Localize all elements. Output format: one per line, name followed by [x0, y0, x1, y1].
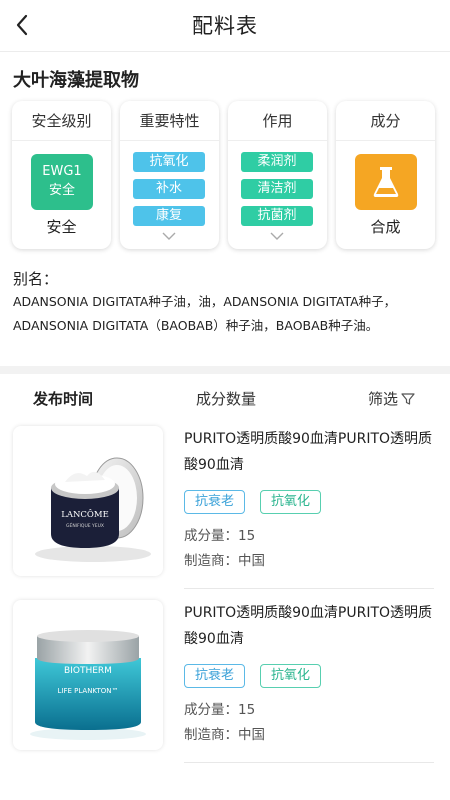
ewg-badge: EWG1 安全 [31, 154, 93, 210]
maker-value: 中国 [238, 553, 265, 569]
product-tag: 抗衰老 [184, 664, 246, 688]
ewg-rating: 安全 [48, 183, 75, 198]
functions-card[interactable]: 作用 柔润剂 清洁剂 抗菌剂 [228, 101, 327, 249]
product-title[interactable]: PURITO透明质酸90血清PURITO透明质酸90血清 [184, 426, 434, 478]
feature-tag: 补水 [133, 179, 205, 199]
function-tag: 抗菌剂 [241, 206, 313, 226]
feature-tag: 康复 [133, 206, 205, 226]
product-tag: 抗氧化 [260, 490, 322, 514]
divider [184, 762, 434, 763]
ingredient-name: 大叶海藻提取物 [13, 70, 139, 91]
maker-label: 制造商： [184, 553, 238, 569]
safety-level-card[interactable]: 安全级别 EWG1 安全 安全 [12, 101, 111, 249]
feature-tag: 抗氧化 [133, 152, 205, 172]
product-image[interactable]: LANCÔME GÉNIFIQUE YEUX [13, 426, 163, 576]
info-cards: 安全级别 EWG1 安全 安全 重要特性 抗氧化 补水 康复 作用 柔润剂 清洁… [12, 101, 436, 249]
chevron-down-icon[interactable] [269, 231, 285, 241]
functions-title: 作用 [228, 101, 327, 141]
sort-ingredient-count[interactable]: 成分数量 [196, 388, 256, 409]
composition-title: 成分 [336, 101, 435, 141]
flask-icon [373, 167, 399, 197]
key-features-title: 重要特性 [120, 101, 219, 141]
safety-level-value: 安全 [46, 218, 77, 236]
sort-publish-time[interactable]: 发布时间 [33, 388, 93, 409]
count-label: 成分量： [184, 528, 238, 544]
product-tag: 抗衰老 [184, 490, 246, 514]
alias-text: ADANSONIA DIGITATA种子油，油，ADANSONIA DIGITA… [13, 294, 397, 333]
sort-filter-bar: 发布时间 成分数量 筛选 [0, 374, 450, 420]
flask-icon-box [355, 154, 417, 210]
maker-label: 制造商： [184, 727, 238, 743]
product-manufacturer: 制造商：中国 [184, 723, 265, 743]
product-tag: 抗氧化 [260, 664, 322, 688]
jar-line-text: LIFE PLANKTON™ [57, 687, 118, 695]
product-item[interactable]: BIOTHERM LIFE PLANKTON™ PURITO透明质酸90血清PU… [0, 600, 450, 772]
jar-brand-text: LANCÔME [61, 508, 109, 520]
ewg-score: EWG1 [42, 164, 82, 179]
divider [184, 588, 434, 589]
count-value: 15 [238, 528, 256, 544]
section-divider [0, 366, 450, 374]
count-label: 成分量： [184, 702, 238, 718]
product-title[interactable]: PURITO透明质酸90血清PURITO透明质酸90血清 [184, 600, 434, 652]
function-tag: 柔润剂 [241, 152, 313, 172]
blue-jar-image: BIOTHERM LIFE PLANKTON™ [30, 630, 146, 740]
page-title: 配料表 [192, 14, 258, 38]
product-ingredient-count: 成分量：15 [184, 698, 255, 718]
product-image[interactable]: BIOTHERM LIFE PLANKTON™ [13, 600, 163, 750]
cream-jar-image: LANCÔME GÉNIFIQUE YEUX [35, 457, 151, 562]
key-features-card[interactable]: 重要特性 抗氧化 补水 康复 [120, 101, 219, 249]
product-ingredient-count: 成分量：15 [184, 524, 255, 544]
filter-label: 筛选 [368, 390, 399, 408]
safety-level-title: 安全级别 [12, 101, 111, 141]
function-tag: 清洁剂 [241, 179, 313, 199]
composition-card[interactable]: 成分 合成 [336, 101, 435, 249]
jar-brand-text: BIOTHERM [64, 666, 112, 676]
filter-icon [401, 392, 415, 405]
product-item[interactable]: LANCÔME GÉNIFIQUE YEUX PURITO透明质酸90血清PUR… [0, 426, 450, 598]
maker-value: 中国 [238, 727, 265, 743]
alias-label: 别名： [13, 270, 59, 288]
top-bar: 配料表 [0, 0, 450, 52]
chevron-down-icon[interactable] [161, 231, 177, 241]
filter-button[interactable]: 筛选 [368, 388, 415, 409]
product-manufacturer: 制造商：中国 [184, 549, 265, 569]
count-value: 15 [238, 702, 256, 718]
composition-value: 合成 [370, 218, 401, 236]
